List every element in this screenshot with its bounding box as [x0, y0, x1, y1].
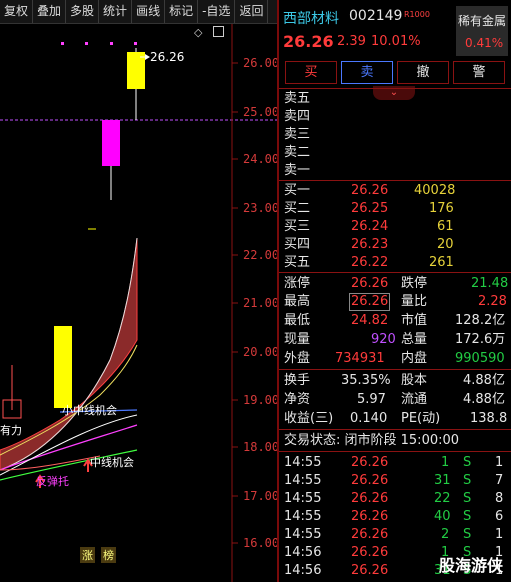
toolbar-draw-line-button[interactable]: 画线 — [132, 0, 166, 23]
toolbar-mark-button[interactable]: 标记 — [165, 0, 199, 23]
stock-change-pct: 10.01% — [371, 34, 421, 49]
sector-box[interactable]: 稀有金属 0.41% — [456, 6, 508, 56]
stats-row-net-assets: 净资 5.97 流通 4.88亿 — [284, 392, 505, 407]
annotation-mid-line-chance-2: 中线机会 — [90, 456, 134, 469]
quote-panel: 西部材料 002149 R1000 26.26 2.39 10.01% 稀有金属… — [279, 0, 511, 582]
bid-row-1[interactable]: 买一 26.26 40028 — [279, 181, 511, 200]
high-price-label: 26.26 — [150, 50, 185, 64]
ask-row-5: 卖五 — [284, 91, 311, 106]
toolbar-fuquan-button[interactable]: 复权 — [0, 0, 34, 23]
y-tick-25: 25.00 — [243, 105, 280, 119]
annotation-rebound-support: 反弹托 — [36, 475, 69, 488]
y-tick-21: 21.00 — [243, 296, 280, 310]
toolbar-multi-stock-button[interactable]: 多股 — [66, 0, 100, 23]
stock-change: 2.39 — [337, 34, 366, 49]
stats-row-outer-inner: 外盘 734931 内盘 990590 — [284, 351, 505, 366]
marker-bang[interactable]: 榜 — [101, 547, 116, 563]
ask-row-2: 卖二 — [284, 145, 311, 160]
tick-row: 14:55 26.26 1 S 1 — [284, 455, 504, 470]
stock-price: 26.26 — [283, 32, 334, 51]
bid-row-3[interactable]: 买三 26.24 61 — [279, 217, 511, 236]
stats-row-high: 最高 26.26 量比 2.28 — [284, 293, 507, 311]
toolbar-remove-watchlist-button[interactable]: -自选 — [198, 0, 236, 23]
trading-status: 交易状态: 闭市阶段 15:00:00 — [284, 433, 460, 448]
y-tick-19: 19.00 — [243, 393, 280, 407]
candle-yellow-top — [127, 52, 145, 89]
bid-row-5[interactable]: 买五 26.22 261 — [279, 253, 511, 272]
watermark: 股海游侠 — [438, 556, 503, 575]
toolbar-overlay-button[interactable]: 叠加 — [33, 0, 67, 23]
toolbar-stats-button[interactable]: 统计 — [99, 0, 133, 23]
y-tick-23: 23.00 — [243, 201, 280, 215]
candle-yellow-tall — [54, 326, 72, 408]
stock-code: 002149 — [349, 8, 403, 24]
y-tick-18: 18.00 — [243, 440, 280, 454]
buy-button[interactable]: 买 — [285, 61, 337, 84]
y-tick-26: 26.00 — [243, 56, 280, 70]
stats-row-low: 最低 24.82 市值 128.2亿 — [284, 313, 506, 328]
stats-row-earnings: 收益(三) 0.140 PE(动) 138.8 — [284, 411, 508, 426]
tick-row: 14:55 26.26 22 S 8 — [284, 491, 504, 506]
y-tick-20: 20.00 — [243, 345, 280, 359]
toolbar-back-button[interactable]: 返回 — [235, 0, 269, 23]
bid-row-4[interactable]: 买四 26.23 20 — [279, 235, 511, 254]
y-tick-16: 16.00 — [243, 536, 280, 550]
chart-maximize-icon[interactable] — [213, 26, 224, 37]
alert-button[interactable]: 警 — [453, 61, 505, 84]
y-tick-17: 17.00 — [243, 489, 280, 503]
stock-tag: R1000 — [404, 10, 430, 19]
diamond-icon[interactable]: ◇ — [194, 26, 202, 39]
y-tick-24: 24.00 — [243, 152, 280, 166]
marker-zhang[interactable]: 涨 — [80, 547, 95, 563]
stats-row-limit: 涨停 26.26 跌停 21.48 — [284, 276, 509, 291]
tick-row: 14:55 26.26 40 S 6 — [284, 509, 504, 524]
ask-row-3: 卖三 — [284, 127, 311, 142]
tick-row: 14:55 26.26 31 S 7 — [284, 473, 504, 488]
chart-toolbar: 复权 叠加 多股 统计 画线 标记 -自选 返回 — [0, 0, 277, 24]
cancel-order-button[interactable]: 撤 — [397, 61, 449, 84]
ask-row-1: 卖一 — [284, 163, 311, 178]
stats-row-volume: 现量 920 总量 172.6万 — [284, 332, 506, 347]
y-tick-22: 22.00 — [243, 248, 280, 262]
kline-svg — [0, 24, 277, 582]
sector-name: 稀有金属 — [458, 14, 507, 28]
candle-magenta — [102, 120, 120, 166]
ask-row-4: 卖四 — [284, 109, 311, 124]
tick-row: 14:55 26.26 2 S 1 — [284, 527, 504, 542]
stock-name[interactable]: 西部材料 — [283, 8, 339, 28]
annotation-power: 有力 — [0, 424, 22, 437]
sector-pct: 0.41% — [465, 36, 504, 50]
bid-row-2[interactable]: 买二 26.25 176 — [279, 199, 511, 218]
annotation-mid-line-chance-1: 小中线机会 — [62, 404, 117, 417]
sell-button[interactable]: 卖 — [341, 61, 393, 84]
stats-row-turnover: 换手 35.35% 股本 4.88亿 — [284, 373, 505, 388]
kline-chart[interactable]: 26.00 25.00 24.00 23.00 22.00 21.00 20.0… — [0, 24, 280, 582]
